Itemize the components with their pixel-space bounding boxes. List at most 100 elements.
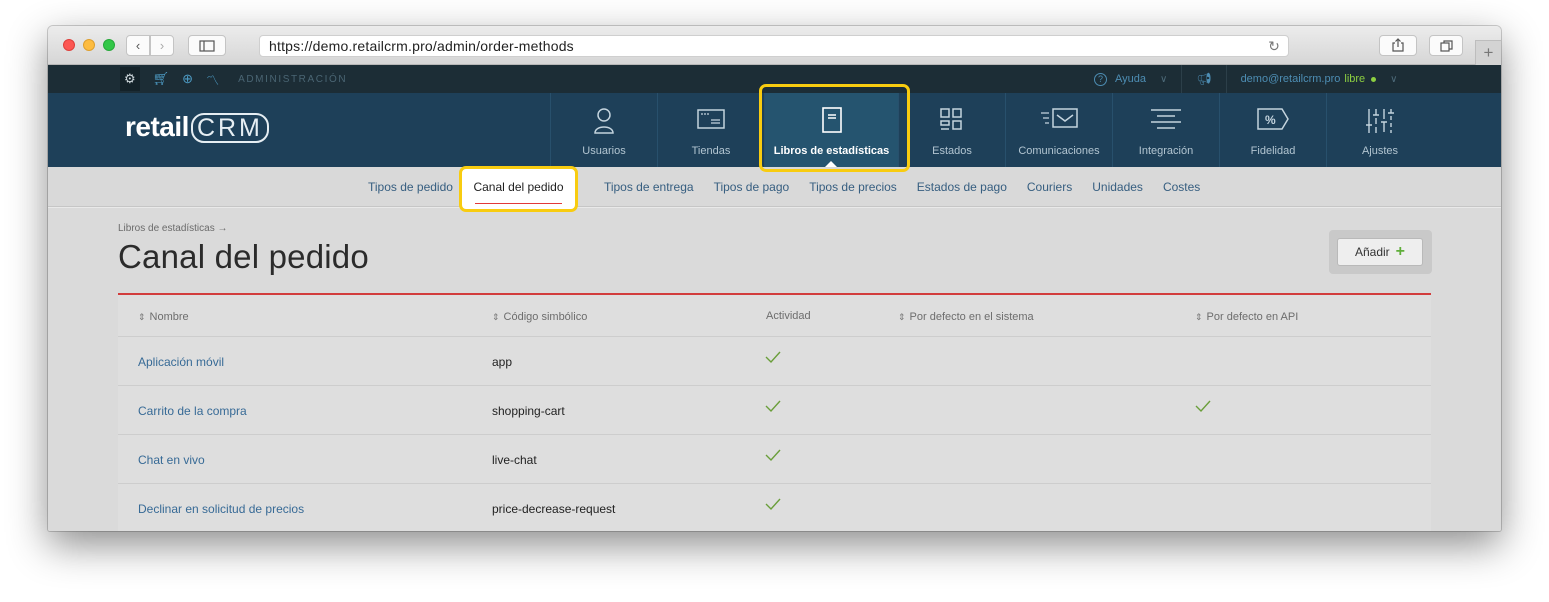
nav-item-label: Estados [932, 145, 972, 157]
order-method-name-link[interactable]: Declinar en solicitud de precios [138, 502, 304, 516]
logo-crm-text: CRM [190, 113, 269, 143]
store-icon [697, 109, 725, 129]
column-header-label: Nombre [149, 311, 189, 323]
back-button[interactable]: ‹ [126, 35, 150, 56]
column-header-nombre[interactable]: ⇕ Nombre [138, 311, 189, 323]
sort-icon: ⇕ [898, 312, 906, 322]
column-header-label: Por defecto en API [1206, 311, 1299, 323]
status-grid-icon [940, 108, 962, 130]
help-link[interactable]: Ayuda [1115, 73, 1146, 85]
svg-text:%: % [1265, 113, 1276, 127]
chevron-right-icon: › [159, 38, 165, 53]
order-methods-table: ⇕ Nombre ⇕ Código simbólico Actividad ⇕ Por… [118, 295, 1431, 531]
sliders-icon [1366, 109, 1394, 133]
order-method-name-link[interactable]: Aplicación móvil [138, 355, 224, 369]
nav-item-label: Integración [1138, 145, 1194, 157]
minimize-window-button[interactable] [83, 39, 95, 51]
nav-item-comunicaciones[interactable]: Comunicaciones [1005, 93, 1112, 167]
check-icon [765, 449, 781, 462]
book-icon [821, 107, 842, 133]
chevron-left-icon: ‹ [135, 38, 141, 53]
subnav-tipos-de-pedido[interactable]: Tipos de pedido [368, 180, 453, 194]
new-tab-button[interactable]: + [1475, 40, 1501, 65]
subnav-canal-del-pedido[interactable]: Canal del pedido [459, 166, 578, 212]
order-method-code: live-chat [492, 453, 537, 467]
subnav-tipos-de-pago[interactable]: Tipos de pago [714, 180, 790, 194]
tab-overview-button[interactable] [1429, 35, 1463, 56]
subnav-estados-de-pago[interactable]: Estados de pago [917, 180, 1007, 194]
sidebar-toggle-button[interactable] [188, 35, 226, 56]
main-navigation: retail CRM Usuarios Tiendas Libros de est… [48, 93, 1501, 167]
subnav-costes[interactable]: Costes [1163, 180, 1200, 194]
close-window-button[interactable] [63, 39, 75, 51]
order-method-code: shopping-cart [492, 404, 565, 418]
sort-icon: ⇕ [1195, 312, 1203, 322]
plus-icon: + [1395, 243, 1406, 260]
add-button[interactable]: Añadir + [1337, 238, 1423, 266]
column-header-default-system[interactable]: ⇕ Por defecto en el sistema [898, 311, 1034, 323]
analytics-icon[interactable]: 〽︎ [206, 70, 219, 89]
divider [1225, 65, 1227, 93]
plan-label: libre [1344, 73, 1366, 85]
nav-item-label: Ajustes [1361, 145, 1399, 157]
support-icon[interactable]: ⊕ [182, 71, 193, 87]
nav-item-label: Tiendas [691, 145, 731, 157]
check-icon [765, 351, 781, 364]
nav-item-tiendas[interactable]: Tiendas [657, 93, 764, 167]
chevron-down-icon[interactable]: ∨ [1160, 74, 1167, 85]
table-row[interactable]: Declinar en solicitud de precios price-d… [118, 484, 1431, 531]
nav-item-ajustes[interactable]: Ajustes [1326, 93, 1433, 167]
gear-icon[interactable]: ⚙ [120, 67, 140, 91]
order-method-name-link[interactable]: Carrito de la compra [138, 404, 247, 418]
order-method-code: price-decrease-request [492, 502, 616, 516]
plus-icon: + [1483, 43, 1494, 62]
check-icon [765, 498, 781, 511]
nav-item-fidelidad[interactable]: % Fidelidad [1219, 93, 1326, 167]
zoom-window-button[interactable] [103, 39, 115, 51]
column-header-label: Actividad [766, 310, 811, 322]
address-bar[interactable]: https://demo.retailcrm.pro/admin/order-m… [259, 35, 1289, 57]
nav-item-libros-de-estadisticas[interactable]: Libros de estadísticas [764, 93, 898, 167]
sidebar-icon [199, 40, 215, 52]
active-underline [475, 203, 562, 204]
table-row[interactable]: Carrito de la compra shopping-cart [118, 386, 1431, 435]
cart-icon[interactable]: 🛒︎ [153, 71, 170, 87]
retailcrm-logo[interactable]: retail CRM [125, 111, 269, 143]
order-method-name-link[interactable]: Chat en vivo [138, 453, 205, 467]
subnav-unidades[interactable]: Unidades [1092, 180, 1143, 194]
share-icon [1392, 38, 1404, 52]
column-header-label: Por defecto en el sistema [909, 311, 1034, 323]
check-icon [1195, 400, 1211, 413]
help-icon: ? [1094, 72, 1107, 86]
megaphone-icon[interactable]: 📢︎ [1196, 72, 1211, 86]
nav-item-label: Comunicaciones [1018, 145, 1100, 157]
subnav-tipos-de-precios[interactable]: Tipos de precios [809, 180, 897, 194]
table-row[interactable]: Chat en vivo live-chat [118, 435, 1431, 484]
nav-item-label: Fidelidad [1250, 145, 1296, 157]
page-title: Canal del pedido [118, 238, 369, 275]
share-button[interactable] [1379, 35, 1417, 56]
column-header-label: Código simbólico [503, 311, 588, 323]
table-row[interactable]: Aplicación móvil app [118, 337, 1431, 386]
column-header-default-api[interactable]: ⇕ Por defecto en API [1195, 311, 1298, 323]
nav-item-estados[interactable]: Estados [898, 93, 1005, 167]
check-icon [765, 400, 781, 413]
nav-item-usuarios[interactable]: Usuarios [550, 93, 657, 167]
nav-item-integracion[interactable]: Integración [1112, 93, 1219, 167]
mail-icon [1041, 108, 1078, 128]
chevron-down-icon[interactable]: ∨ [1390, 74, 1397, 85]
admin-user-area: ? Ayuda ∨ 📢︎ demo@retailcrm.pro libre ∨ [1094, 65, 1398, 93]
user-email[interactable]: demo@retailcrm.pro [1241, 73, 1341, 85]
subnav-tipos-de-entrega[interactable]: Tipos de entrega [604, 180, 694, 194]
online-status-dot [1371, 76, 1377, 82]
browser-window: ‹ › https://demo.retailcrm.pro/admin/ord… [48, 26, 1501, 531]
reload-icon[interactable]: ↻ [1268, 36, 1280, 56]
admin-section-label: ADMINISTRACIÓN [238, 73, 348, 85]
subnav-couriers[interactable]: Couriers [1027, 180, 1072, 194]
column-header-codigo[interactable]: ⇕ Código simbólico [492, 311, 587, 323]
subnav-active-label: Canal del pedido [473, 180, 564, 194]
divider [1181, 65, 1183, 93]
breadcrumb[interactable]: Libros de estadísticas → [118, 223, 228, 234]
forward-button[interactable]: › [150, 35, 174, 56]
table-header: ⇕ Nombre ⇕ Código simbólico Actividad ⇕ Por… [118, 295, 1431, 337]
